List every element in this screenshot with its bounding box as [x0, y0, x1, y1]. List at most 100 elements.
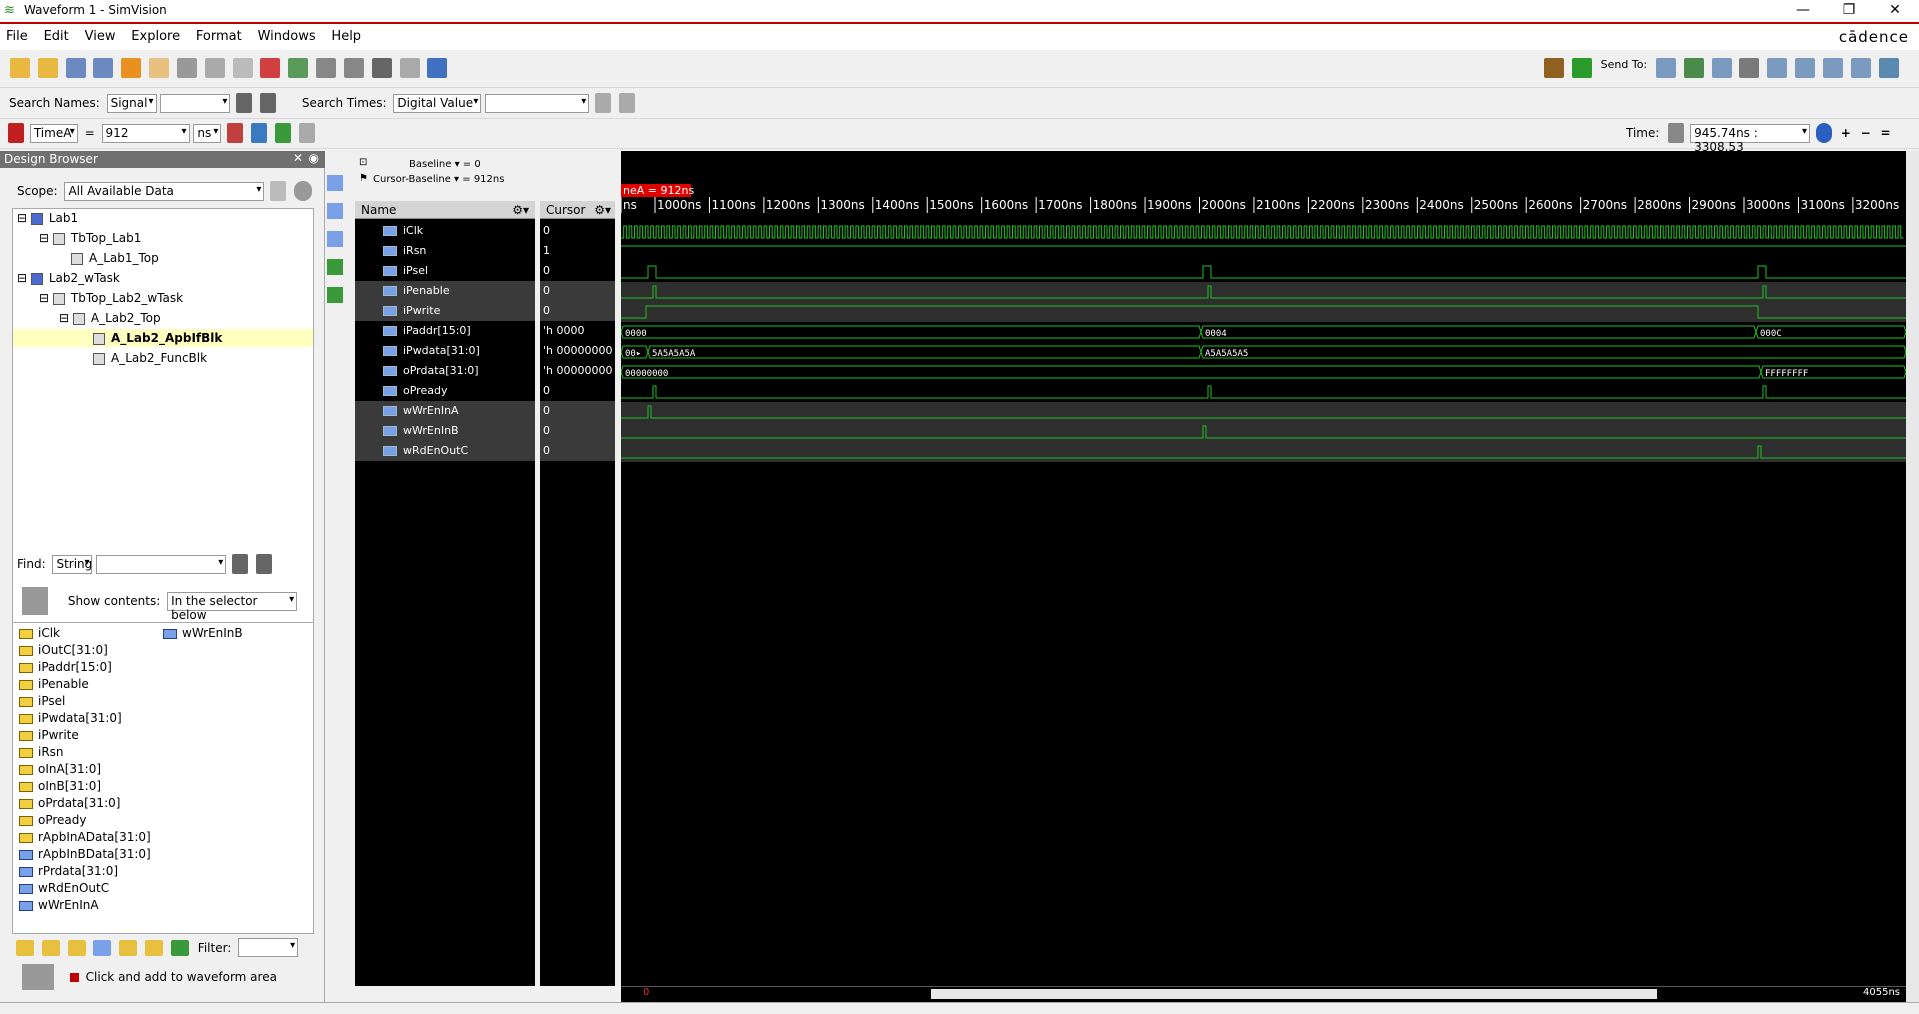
signal-list-item[interactable]: iOutC[31:0] [19, 642, 108, 659]
waveform-signal-name[interactable]: wWrEnInB [355, 421, 535, 441]
filter-input-icon[interactable] [16, 939, 34, 956]
scope-select[interactable]: All Available Data [64, 181, 265, 201]
waveform-signal-name[interactable]: iClk [355, 221, 535, 241]
filter-select[interactable] [238, 938, 299, 957]
scope-gear-icon[interactable] [294, 181, 313, 201]
signal-list-item[interactable]: oPrdata[31:0] [19, 795, 120, 812]
signal-list-item[interactable]: wRdEnOutC [19, 880, 109, 897]
ungroup-icon[interactable] [343, 58, 364, 78]
send-register-icon[interactable] [1739, 58, 1760, 78]
scope-lock-icon[interactable] [270, 181, 287, 201]
signal-list-item[interactable]: iPenable [19, 676, 89, 693]
tree-item-lab2-wtask[interactable]: ⊟ Lab2_wTask [17, 269, 120, 287]
minimize-button[interactable]: — [1788, 2, 1818, 18]
find-mode-select[interactable]: String [52, 554, 93, 574]
menu-explore[interactable]: Explore [125, 24, 186, 49]
tree-item-a-lab1-top[interactable]: A_Lab1_Top [71, 249, 159, 267]
menu-format[interactable]: Format [190, 24, 248, 49]
signal-list-item[interactable]: iPsel [19, 693, 65, 710]
image-icon[interactable] [427, 58, 448, 78]
baseline-label[interactable]: Baseline ▾ = 0 [409, 159, 481, 170]
undo-icon[interactable] [121, 58, 142, 78]
signal-list-item[interactable]: wWrEnInA [19, 897, 99, 914]
send-waveform-icon[interactable] [1683, 58, 1704, 78]
find-options-icon[interactable] [255, 554, 272, 574]
zoom-out-icon[interactable]: − [1861, 126, 1871, 140]
search-times-icon[interactable] [595, 93, 612, 113]
copy-icon[interactable] [204, 58, 225, 78]
filter-var-icon[interactable] [170, 939, 189, 956]
tree-item-a-lab2-apbifblk[interactable]: A_Lab2_ApbIfBlk [13, 329, 313, 347]
menu-help[interactable]: Help [325, 24, 367, 49]
tree-item-tbtop-lab1[interactable]: ⊟ TbTop_Lab1 [39, 229, 141, 247]
scroll-thumb[interactable] [931, 989, 1657, 999]
vertical-scrollbar[interactable] [1906, 151, 1919, 1002]
waveform-signal-name[interactable]: iRsn [355, 241, 535, 261]
list-icon[interactable] [399, 58, 420, 78]
signal-list-item[interactable]: iPwrite [19, 727, 79, 744]
cut-icon[interactable] [176, 58, 197, 78]
filter-signal-icon[interactable] [93, 939, 112, 956]
cursor-column-header[interactable]: Cursor ⚙▾ [540, 201, 615, 219]
waveform-signal-name[interactable]: iPwrite [355, 301, 535, 321]
search-times-input[interactable] [485, 93, 590, 113]
search-names-input[interactable] [160, 93, 231, 113]
cursor-select[interactable]: TimeA [29, 123, 78, 143]
send-other-icon[interactable] [1878, 58, 1899, 78]
waveform-signal-name[interactable]: oPrdata[31:0] [355, 361, 535, 381]
prev-edge-icon[interactable] [251, 123, 268, 143]
schematic-icon[interactable] [288, 58, 309, 78]
find-input[interactable] [96, 554, 227, 574]
panel-pin-icon[interactable]: ◉ [309, 151, 319, 165]
search-names-mode[interactable]: Signal [106, 93, 157, 113]
filter-reg-icon[interactable] [119, 939, 138, 956]
tree-item-a-lab2-top[interactable]: ⊟ A_Lab2_Top [59, 309, 161, 327]
send-expression-icon[interactable] [1850, 58, 1871, 78]
side-objects-icon[interactable] [327, 231, 343, 247]
waveform-signal-name[interactable]: wWrEnInA [355, 401, 535, 421]
search-names-options-icon[interactable] [260, 93, 277, 113]
signal-list-item[interactable]: rApbInBData[31:0] [19, 846, 151, 863]
filter-param-icon[interactable] [145, 939, 164, 956]
search-times-mode[interactable]: Digital Value [393, 93, 482, 113]
panel-close-icon[interactable]: ✕ [293, 151, 303, 165]
time-range-input[interactable]: 945.74ns : 3308.53 [1690, 123, 1811, 154]
close-button[interactable]: ✕ [1880, 2, 1910, 18]
zoom-fit-icon[interactable]: = [1881, 126, 1891, 140]
redo-icon[interactable] [149, 58, 170, 78]
zoom-in-icon[interactable]: + [1841, 126, 1851, 140]
tree-item-lab1[interactable]: ⊟ Lab1 [17, 209, 78, 227]
waveform-signal-name[interactable]: iPwdata[31:0] [355, 341, 535, 361]
marker-options-icon[interactable] [227, 123, 244, 143]
group-icon[interactable] [316, 58, 337, 78]
show-contents-select[interactable]: In the selector below [167, 591, 298, 622]
send-table-icon[interactable] [1822, 58, 1843, 78]
name-column-header[interactable]: Name ⚙▾ [355, 201, 535, 219]
waveform-signal-name[interactable]: oPready [355, 381, 535, 401]
signal-list-item[interactable]: oPready [19, 812, 87, 829]
signal-list-item[interactable]: iPaddr[15:0] [19, 659, 112, 676]
tree-item-tbtop-lab2-wtask[interactable]: ⊟ TbTop_Lab2_wTask [39, 289, 183, 307]
restore-button[interactable]: ❐ [1834, 2, 1864, 18]
package-icon[interactable] [1544, 58, 1564, 78]
menu-view[interactable]: View [79, 24, 122, 49]
cursor-unit-select[interactable]: ns [193, 123, 222, 143]
name-scrollbar[interactable] [355, 986, 621, 1002]
add-square-icon[interactable] [69, 972, 79, 982]
send-browser-icon[interactable] [1795, 58, 1816, 78]
menu-file[interactable]: File [0, 24, 34, 49]
menu-edit[interactable]: Edit [38, 24, 75, 49]
edge-options-icon[interactable] [298, 123, 315, 143]
waveform-signal-name[interactable]: wRdEnOutC [355, 441, 535, 461]
side-cursor-icon[interactable] [327, 287, 343, 303]
signal-list-item[interactable]: oInB[31:0] [19, 778, 101, 795]
cursor-time-input[interactable]: 912 [101, 123, 190, 143]
add-icon[interactable] [1571, 58, 1592, 78]
cursor-baseline-label[interactable]: Cursor-Baseline ▾ = 912ns [373, 174, 504, 185]
filter-output-icon[interactable] [41, 939, 60, 956]
binoculars-icon[interactable] [371, 58, 392, 78]
copy-window-icon[interactable] [65, 58, 86, 78]
signal-list-item[interactable]: iPwdata[31:0] [19, 710, 122, 727]
new-window-icon[interactable] [93, 58, 114, 78]
waveform-signal-name[interactable]: iPaddr[15:0] [355, 321, 535, 341]
